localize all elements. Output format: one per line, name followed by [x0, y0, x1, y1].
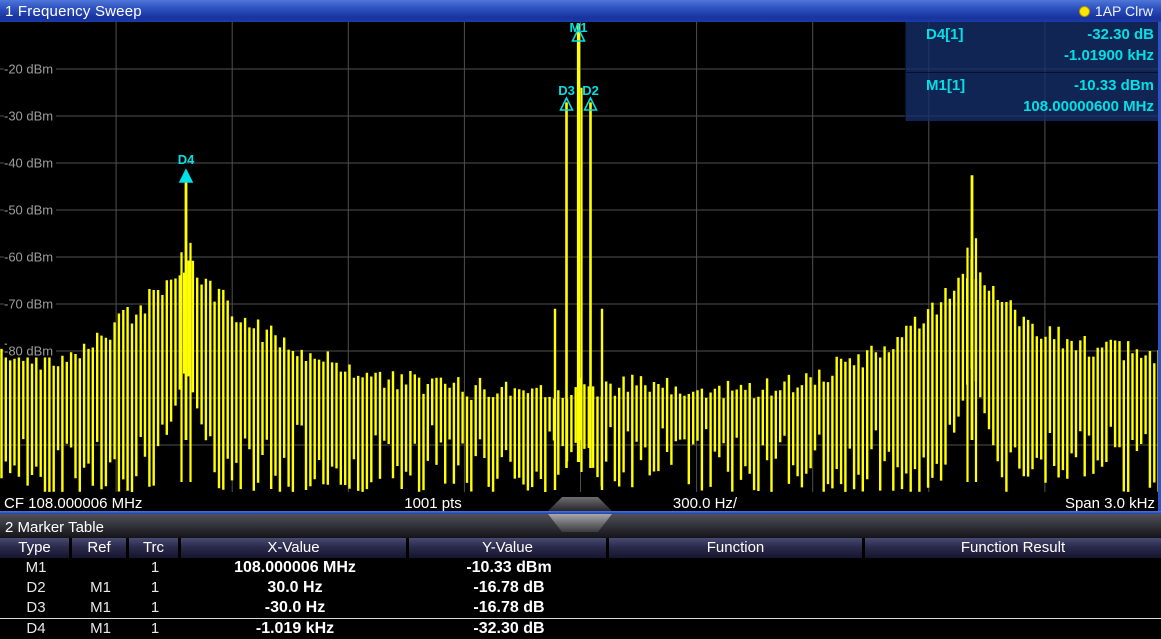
marker-info-m1: M1[1] -10.33 dBm 108.00000600 MHz — [906, 73, 1161, 123]
marker-d4-label: D4 — [178, 153, 195, 166]
cell-trc: 1 — [129, 578, 181, 598]
table-row: D3 M1 1 -30.0 Hz -16.78 dB — [0, 598, 1161, 618]
cell-type: D3 — [0, 598, 72, 618]
cell-y-value: -16.78 dB — [409, 578, 609, 598]
marker-info-d4-freq: -1.01900 kHz — [906, 45, 1161, 66]
span-readout: Span 3.0 kHz — [1065, 495, 1155, 512]
col-x-value: X-Value — [181, 538, 409, 558]
col-function-result: Function Result — [865, 538, 1161, 558]
window2-title: 2 Marker Table — [0, 519, 104, 538]
center-frequency-readout: CF 108.000006 MHz — [4, 495, 142, 512]
marker-info-m1-freq: 108.00000600 MHz — [906, 96, 1161, 117]
trace-indicator: 1AP Clrw — [1079, 3, 1161, 19]
cell-x-value: -30.0 Hz — [181, 598, 409, 618]
cell-y-value: -32.30 dB — [409, 619, 609, 639]
table-row: M1 1 108.000006 MHz -10.33 dBm — [0, 558, 1161, 578]
marker-info-d4: D4[1] -32.30 dB -1.01900 kHz — [906, 22, 1161, 73]
col-ref: Ref — [72, 538, 129, 558]
window1-title: 1 Frequency Sweep — [0, 3, 142, 20]
hz-per-div-readout: 300.0 Hz/ — [673, 495, 737, 512]
sweep-points-readout: 1001 pts — [404, 495, 462, 512]
marker-info-d4-level: -32.30 dB — [1087, 25, 1154, 45]
marker-d2-label: D2 — [582, 84, 599, 97]
col-type: Type — [0, 538, 72, 558]
y-axis-tick-label: -20 dBm — [4, 63, 56, 76]
cell-function-result — [865, 578, 1161, 598]
cell-function-result — [865, 558, 1161, 578]
cell-function — [609, 619, 865, 639]
cell-y-value: -10.33 dBm — [409, 558, 609, 578]
cell-y-value: -16.78 dB — [409, 598, 609, 618]
trace-indicator-label: 1AP Clrw — [1095, 3, 1153, 19]
cell-x-value: 30.0 Hz — [181, 578, 409, 598]
cell-trc: 1 — [129, 558, 181, 578]
cell-type: M1 — [0, 558, 72, 578]
y-axis-tick-label: -60 dBm — [4, 251, 56, 264]
window1-titlebar[interactable]: 1 Frequency Sweep 1AP Clrw — [0, 0, 1161, 22]
cell-function — [609, 598, 865, 618]
cell-ref: M1 — [72, 598, 129, 618]
cell-function — [609, 558, 865, 578]
cell-type: D4 — [0, 619, 72, 639]
marker-info-m1-name: M1[1] — [926, 76, 965, 96]
marker-table-header: Type Ref Trc X-Value Y-Value Function Fu… — [0, 538, 1161, 558]
table-row: D2 M1 1 30.0 Hz -16.78 dB — [0, 578, 1161, 598]
y-axis-tick-label: -70 dBm — [4, 298, 56, 311]
cell-x-value: -1.019 kHz — [181, 619, 409, 639]
marker-info-m1-level: -10.33 dBm — [1074, 76, 1154, 96]
window-splitter-line[interactable] — [0, 511, 1161, 514]
marker-d4-triangle[interactable] — [180, 170, 192, 182]
cell-ref: M1 — [72, 578, 129, 598]
cell-x-value: 108.000006 MHz — [181, 558, 409, 578]
cell-ref: M1 — [72, 619, 129, 639]
col-function: Function — [609, 538, 865, 558]
spectrum-analyzer-screen: -20 dBm -30 dBm -40 dBm -50 dBm -60 dBm -70 d… — [0, 0, 1161, 639]
col-trc: Trc — [129, 538, 181, 558]
marker-info-d4-name: D4[1] — [926, 25, 964, 45]
trace-dot-icon — [1079, 6, 1090, 17]
col-y-value: Y-Value — [409, 538, 609, 558]
marker-info-panel: D4[1] -32.30 dB -1.01900 kHz M1[1] -10.3… — [905, 22, 1161, 121]
marker-m1-label: M1 — [569, 21, 587, 34]
y-axis-tick-label: -50 dBm — [4, 204, 56, 217]
y-axis-tick-label: -30 dBm — [4, 110, 56, 123]
y-axis-tick-label: -80 dBm — [4, 345, 56, 358]
cell-trc: 1 — [129, 619, 181, 639]
marker-table-body: M1 1 108.000006 MHz -10.33 dBm D2 M1 1 3… — [0, 558, 1161, 639]
table-row: D4 M1 1 -1.019 kHz -32.30 dB — [0, 618, 1161, 639]
cell-function — [609, 578, 865, 598]
cell-function-result — [865, 619, 1161, 639]
marker-d3-label: D3 — [558, 84, 575, 97]
y-axis-tick-label: -40 dBm — [4, 157, 56, 170]
cell-type: D2 — [0, 578, 72, 598]
cell-function-result — [865, 598, 1161, 618]
cell-ref — [72, 558, 129, 578]
cell-trc: 1 — [129, 598, 181, 618]
